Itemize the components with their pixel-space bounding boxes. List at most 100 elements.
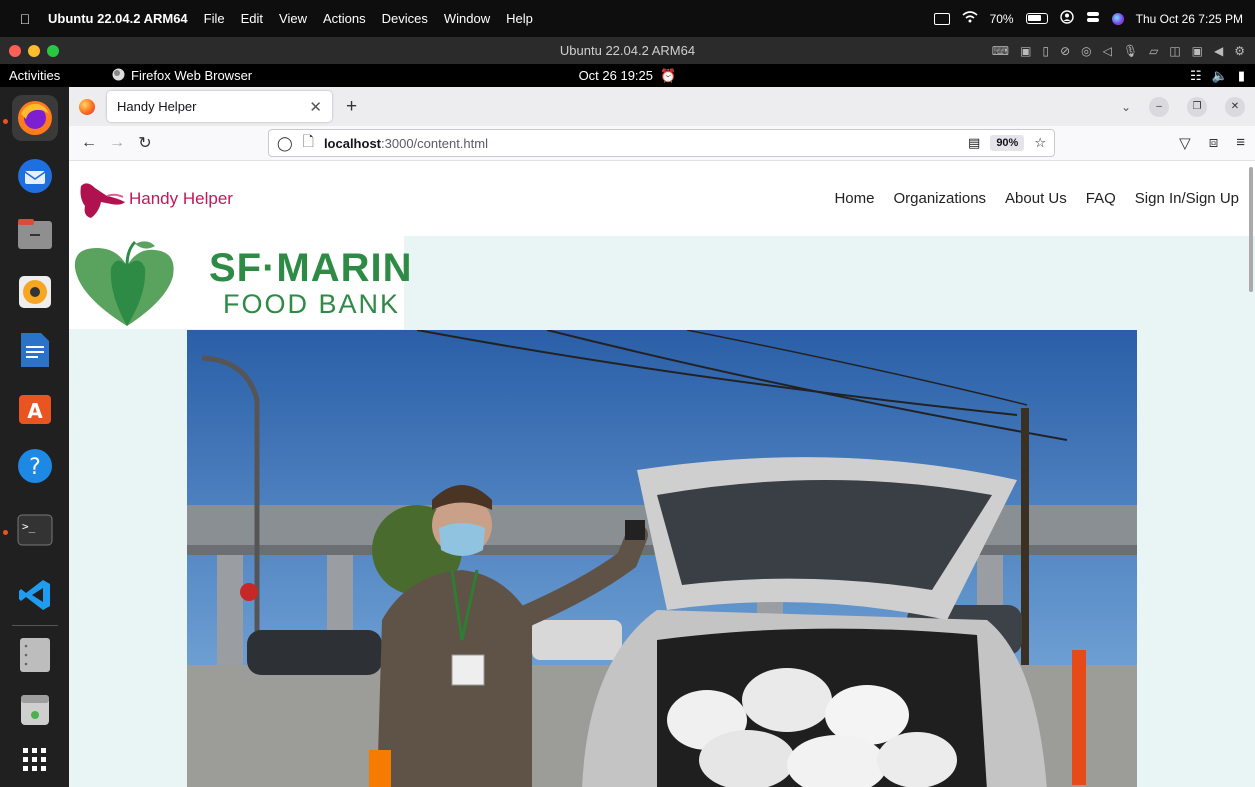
restore-button[interactable]: ❐ <box>1187 96 1207 117</box>
user-icon[interactable] <box>1059 10 1074 27</box>
url-host: localhost <box>323 135 382 151</box>
url-path: :3000/content.html <box>381 135 488 151</box>
firefox-dock-icon[interactable] <box>12 95 58 141</box>
settings-icon[interactable]: ⚙ <box>1234 44 1245 58</box>
vscode-dock-icon[interactable] <box>12 572 58 618</box>
help-dock-icon[interactable]: ? <box>12 443 58 489</box>
clock-text: Oct 26 19:25 <box>578 67 654 83</box>
rhythmbox-dock-icon[interactable] <box>12 269 58 315</box>
minimize-button[interactable]: – <box>1149 96 1169 117</box>
new-tab-button[interactable]: + <box>346 96 357 118</box>
trash-dock-icon[interactable] <box>12 687 58 733</box>
reload-icon[interactable]: ↻ <box>131 133 159 153</box>
svg-text:?: ? <box>29 455 41 480</box>
mac-menubar:  Ubuntu 22.04.2 ARM64 File Edit View Ac… <box>0 0 1255 37</box>
back-icon[interactable]: ← <box>75 134 103 152</box>
app-indicator[interactable]: Firefox Web Browser <box>112 68 252 84</box>
siri-icon[interactable] <box>1111 12 1124 25</box>
menu-icon[interactable]: ≡ <box>1236 134 1245 152</box>
svg-text:>_: >_ <box>22 520 36 533</box>
svg-text:A: A <box>27 399 43 423</box>
volume-icon: 🔈 <box>1211 67 1228 83</box>
bookmark-star-icon[interactable]: ☆ <box>1034 135 1046 151</box>
drive-icon[interactable]: ▱ <box>1149 44 1158 58</box>
extensions-icon[interactable]: ⧈ <box>1209 134 1219 152</box>
pocket-icon[interactable]: ▽ <box>1179 134 1191 152</box>
menu-devices[interactable]: Devices <box>374 11 436 26</box>
menu-edit[interactable]: Edit <box>233 11 271 26</box>
battery-icon[interactable] <box>1025 13 1048 24</box>
shield-icon[interactable]: ◯ <box>277 135 293 152</box>
site-nav: Home Organizations About Us FAQ Sign In/… <box>834 190 1255 207</box>
mac-app-name[interactable]: Ubuntu 22.04.2 ARM64 <box>40 11 196 26</box>
url-bar[interactable]: ◯ 🗋 localhost:3000/content.html ▤ 90% ☆ <box>268 129 1055 157</box>
no-camera-icon[interactable]: ⊘ <box>1060 44 1070 58</box>
tab-bar: Handy Helper ✕ + ⌄ – ❐ ✕ <box>69 87 1255 126</box>
battery-percent: 70% <box>989 11 1014 26</box>
firefox-window: Handy Helper ✕ + ⌄ – ❐ ✕ ← → ↻ ◯ 🗋 local… <box>69 87 1255 787</box>
screen-mirror-icon[interactable] <box>933 12 950 25</box>
page-scrollbar[interactable] <box>1249 167 1253 292</box>
hand-logo-icon <box>80 182 125 218</box>
page-icon[interactable]: 🗋 <box>303 131 314 155</box>
list-tabs-icon[interactable]: ⌄ <box>1121 100 1131 114</box>
close-window-button[interactable] <box>9 44 21 57</box>
tab-handy-helper[interactable]: Handy Helper ✕ <box>107 91 332 122</box>
screenshot-icon[interactable]: ▣ <box>1192 44 1203 58</box>
nav-signin-link[interactable]: Sign In/Sign Up <box>1135 190 1239 207</box>
foodbank-name-line2: FOOD BANK <box>223 289 401 319</box>
network-icon[interactable]: ◎ <box>1081 44 1091 58</box>
wifi-icon[interactable] <box>962 11 978 26</box>
speaker-icon[interactable]: ◁ <box>1103 44 1112 58</box>
microphone-icon[interactable]: 🎙 <box>1123 44 1138 58</box>
web-page: Handy Helper Home Organizations About Us… <box>69 161 1255 787</box>
drive-dock-icon[interactable] <box>12 632 58 678</box>
forward-icon[interactable]: → <box>103 134 131 152</box>
mouse-icon[interactable]: ▯ <box>1042 44 1049 58</box>
files-dock-icon[interactable] <box>12 211 58 257</box>
control-center-icon[interactable] <box>1086 10 1100 27</box>
firefox-view-icon[interactable] <box>79 98 95 115</box>
running-indicator <box>3 119 8 124</box>
libreoffice-writer-dock-icon[interactable] <box>12 327 58 373</box>
menu-window[interactable]: Window <box>436 11 498 26</box>
system-tray[interactable]: ☷ 🔈 ▮ <box>1190 68 1255 84</box>
volunteer-photo <box>187 330 1137 787</box>
nav-faq-link[interactable]: FAQ <box>1086 190 1116 207</box>
app-indicator-label: Firefox Web Browser <box>131 68 253 83</box>
back-arrow-icon[interactable]: ◀ <box>1214 44 1223 58</box>
menu-view[interactable]: View <box>271 11 315 26</box>
firefox-small-icon <box>112 68 125 84</box>
dock-separator <box>12 625 58 626</box>
terminal-dock-icon[interactable]: >_ <box>12 507 58 553</box>
mac-datetime[interactable]: Thu Oct 26 7:25 PM <box>1136 12 1243 26</box>
camera-icon[interactable]: ◫ <box>1169 44 1180 58</box>
apple-icon[interactable]:  <box>10 11 40 27</box>
heart-apple-icon <box>74 240 174 326</box>
running-indicator <box>3 530 8 535</box>
maximize-window-button[interactable] <box>47 44 59 57</box>
site-header: Handy Helper Home Organizations About Us… <box>69 161 1255 236</box>
reader-view-icon[interactable]: ▤ <box>968 135 980 151</box>
alarm-icon: ⏰ <box>660 67 677 83</box>
thunderbird-dock-icon[interactable] <box>12 153 58 199</box>
nav-home-link[interactable]: Home <box>834 190 874 207</box>
menu-actions[interactable]: Actions <box>315 11 374 26</box>
activities-button[interactable]: Activities <box>0 68 100 83</box>
keyboard-icon[interactable]: ⌨ <box>992 44 1009 58</box>
minimize-window-button[interactable] <box>28 44 40 57</box>
menu-help[interactable]: Help <box>498 11 541 26</box>
nav-organizations-link[interactable]: Organizations <box>893 190 986 207</box>
network-wired-icon: ☷ <box>1190 67 1202 83</box>
show-apps-icon[interactable] <box>12 737 58 783</box>
site-logo[interactable]: Handy Helper <box>77 178 233 220</box>
app-center-dock-icon[interactable]: A <box>12 385 58 431</box>
url-text[interactable]: localhost:3000/content.html <box>324 136 488 151</box>
zoom-level-badge[interactable]: 90% <box>990 135 1025 151</box>
close-button[interactable]: ✕ <box>1225 96 1245 117</box>
cpu-icon[interactable]: ▣ <box>1020 44 1031 58</box>
menu-file[interactable]: File <box>196 11 233 26</box>
ubuntu-dock: A ? >_ <box>0 87 69 787</box>
nav-about-link[interactable]: About Us <box>1005 190 1067 207</box>
close-tab-icon[interactable]: ✕ <box>309 98 322 116</box>
